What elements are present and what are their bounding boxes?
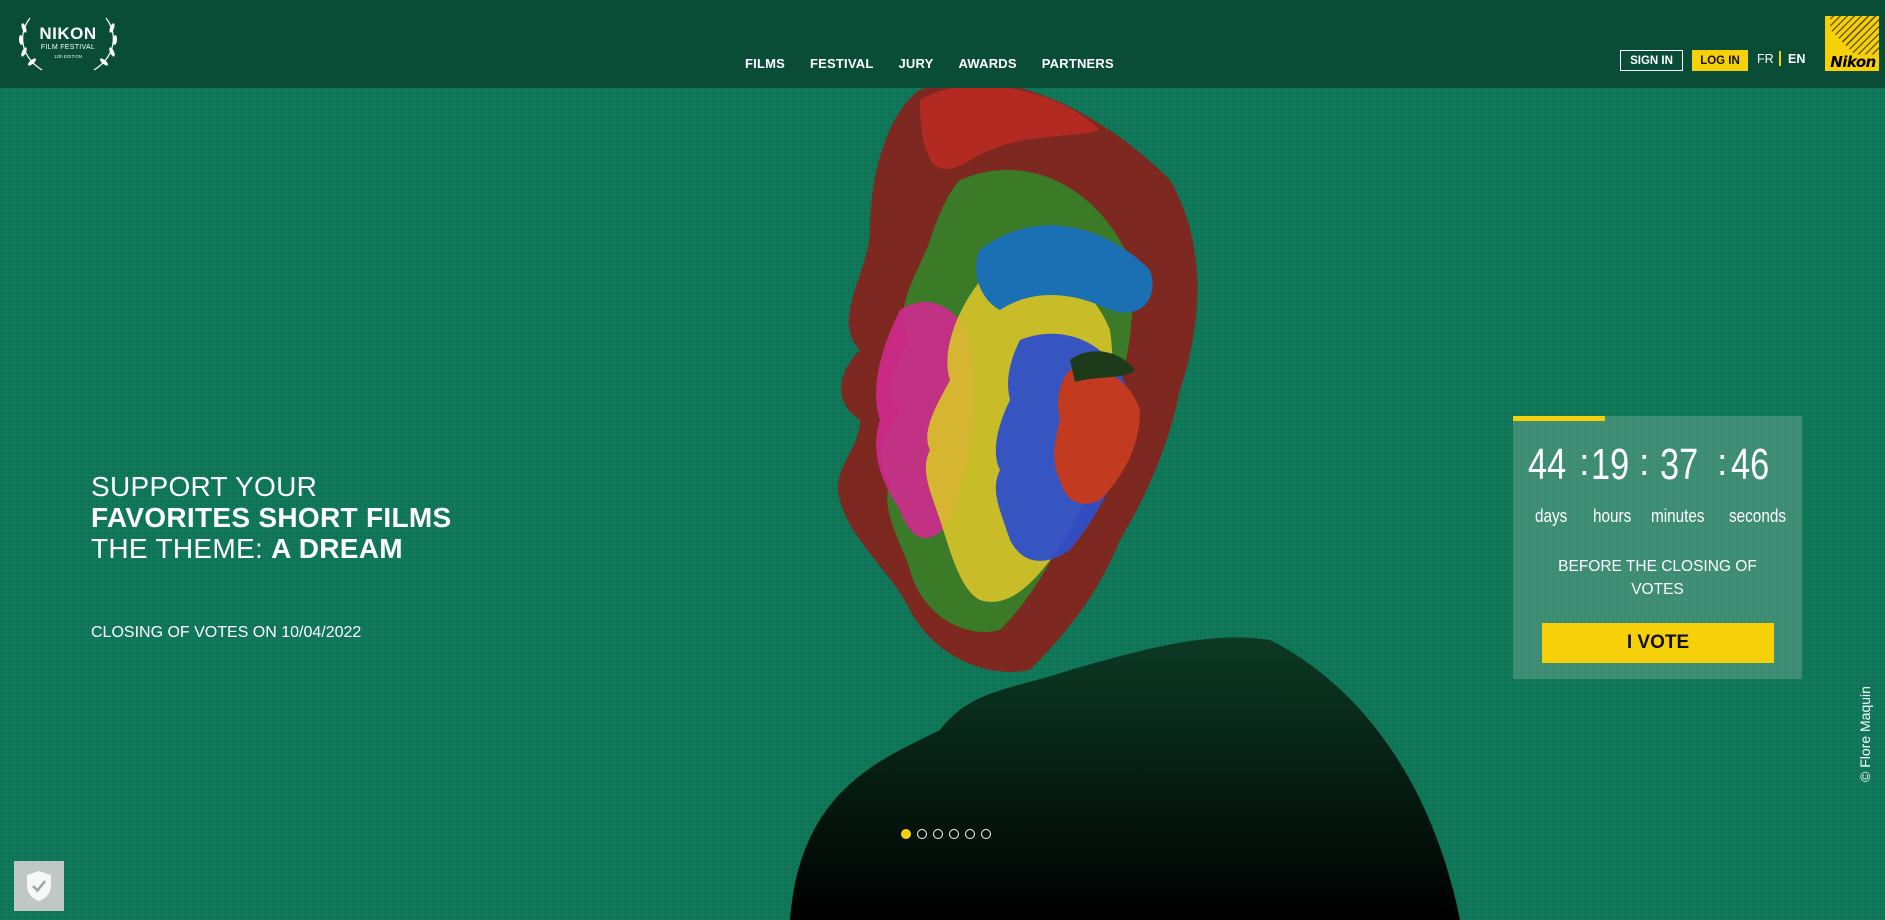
theme-prefix: THE THEME: — [91, 533, 272, 564]
nav-films[interactable]: FILMS — [745, 56, 785, 71]
label-seconds: seconds — [1729, 506, 1786, 526]
countdown-hours: 19 — [1591, 440, 1630, 489]
hero-line-2: FAVORITES SHORT FILMS — [91, 502, 452, 533]
slider-dot[interactable] — [949, 829, 959, 839]
vote-button[interactable]: I VOTE — [1542, 623, 1774, 663]
nav-partners[interactable]: PARTNERS — [1042, 56, 1114, 71]
hero-illustration — [790, 81, 1460, 920]
slider-dots — [901, 829, 991, 839]
countdown-sep: : — [1639, 442, 1650, 484]
slider-dot[interactable] — [917, 829, 927, 839]
shield-check-icon — [27, 871, 51, 901]
nav-awards[interactable]: AWARDS — [958, 56, 1016, 71]
countdown-panel: 44 : 19 : 37 : 46 days hours minutes sec… — [1513, 416, 1802, 679]
theme-name: A DREAM — [271, 533, 403, 564]
slider-dot[interactable] — [981, 829, 991, 839]
countdown-minutes: 37 — [1660, 440, 1699, 489]
nav-jury[interactable]: JURY — [898, 56, 933, 71]
label-hours: hours — [1593, 506, 1632, 526]
label-days: days — [1535, 506, 1568, 526]
nikon-wordmark: Nikon — [1830, 53, 1876, 71]
lang-en-link[interactable]: EN — [1788, 52, 1805, 66]
privacy-settings-button[interactable] — [14, 861, 64, 911]
sign-in-button[interactable]: SIGN IN — [1620, 50, 1683, 71]
label-minutes: minutes — [1651, 506, 1705, 526]
nikon-brand-logo[interactable]: Nikon — [1825, 16, 1879, 71]
main-nav: FILMS FESTIVAL JURY AWARDS PARTNERS — [745, 56, 1139, 71]
countdown-days: 44 — [1528, 440, 1567, 489]
hero-line-1: SUPPORT YOUR — [91, 471, 318, 502]
slider-dot[interactable] — [901, 829, 911, 839]
site-header: NIKON FILM FESTIVAL 12th EDITION FILMS F… — [0, 0, 1885, 88]
countdown-sep: : — [1717, 442, 1728, 484]
logo-subtitle: FILM FESTIVAL — [40, 44, 96, 51]
logo-title: NIKON — [39, 24, 97, 43]
lang-separator — [1779, 51, 1781, 66]
countdown-seconds: 46 — [1731, 440, 1770, 489]
countdown-progress — [1513, 416, 1606, 421]
countdown-sep: : — [1579, 442, 1590, 484]
closing-date: CLOSING OF VOTES ON 10/04/2022 — [91, 624, 362, 641]
countdown-caption: BEFORE THE CLOSING OF VOTES — [1558, 558, 1757, 598]
image-credit: © Flore Maquin — [1857, 686, 1873, 782]
slider-dot[interactable] — [933, 829, 943, 839]
slider-dot[interactable] — [965, 829, 975, 839]
nav-festival[interactable]: FESTIVAL — [810, 56, 873, 71]
logo-edition: 12th EDITION — [53, 54, 83, 59]
lang-fr-link[interactable]: FR — [1757, 52, 1774, 66]
festival-logo[interactable]: NIKON FILM FESTIVAL 12th EDITION — [16, 10, 120, 74]
log-in-button[interactable]: LOG IN — [1692, 50, 1748, 71]
hero-line-3: THE THEME: A DREAM — [91, 533, 403, 565]
